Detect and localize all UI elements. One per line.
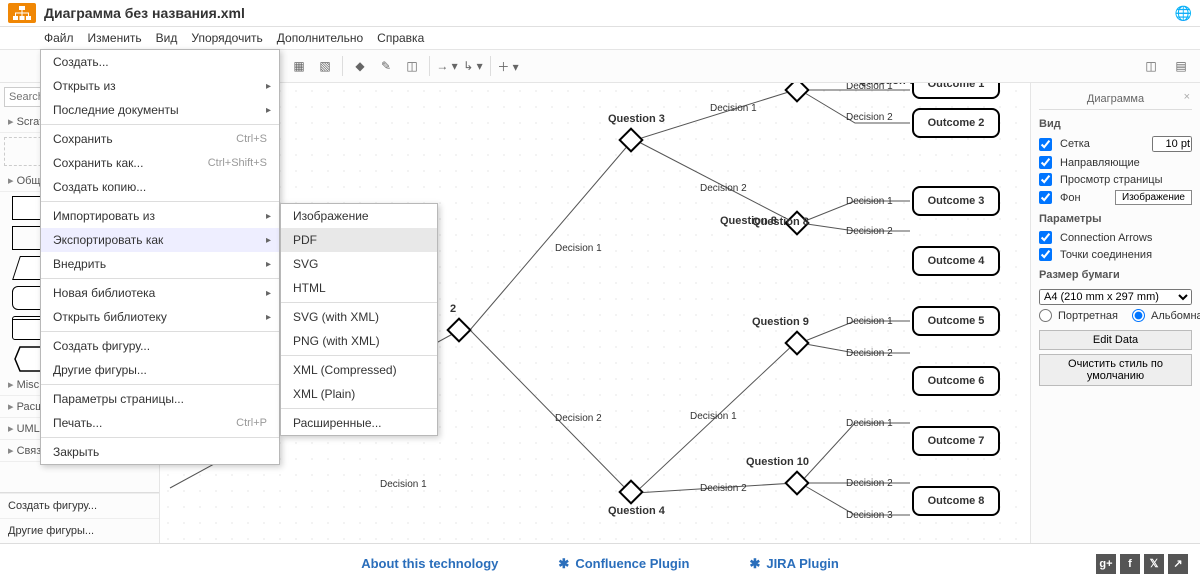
grid-size-input[interactable] <box>1152 136 1192 152</box>
menu-arrange[interactable]: Упорядочить <box>191 31 262 45</box>
node-q10-label: Question 10 <box>746 456 809 468</box>
menu-close[interactable]: Закрыть <box>41 440 279 464</box>
menu-other-shapes[interactable]: Другие фигуры... <box>41 358 279 382</box>
to-back-icon[interactable]: ▧ <box>312 54 338 78</box>
node-outcome-6[interactable]: Outcome 6 <box>912 366 1000 396</box>
export-image[interactable]: Изображение <box>281 204 437 228</box>
menu-save[interactable]: СохранитьCtrl+S <box>41 127 279 151</box>
menu-open-from[interactable]: Открыть из <box>41 74 279 98</box>
menu-file[interactable]: Файл <box>44 31 74 45</box>
menu-new[interactable]: Создать... <box>41 50 279 74</box>
portrait-radio[interactable] <box>1039 309 1052 322</box>
format-panel-title: Диаграмма <box>1087 93 1144 105</box>
fill-color-icon[interactable]: ◆ <box>347 54 373 78</box>
facebook-icon[interactable]: f <box>1120 554 1140 574</box>
share-icon[interactable]: ↗ <box>1168 554 1188 574</box>
jira-link[interactable]: ✱ JIRA Plugin <box>749 556 838 572</box>
format-panel: Диаграмма× Вид Сетка Направляющие Просмо… <box>1030 83 1200 543</box>
menu-export[interactable]: Экспортировать как <box>41 228 279 252</box>
pageview-checkbox[interactable] <box>1039 173 1052 186</box>
menu-help[interactable]: Справка <box>377 31 424 45</box>
node-outcome-2[interactable]: Outcome 2 <box>912 108 1000 138</box>
to-front-icon[interactable]: ▦ <box>286 54 312 78</box>
export-submenu: Изображение PDF SVG HTML SVG (with XML) … <box>280 203 438 436</box>
menu-create-shape[interactable]: Создать фигуру... <box>41 334 279 358</box>
line-color-icon[interactable]: ✎ <box>373 54 399 78</box>
footer: About this technology ✱ Confluence Plugi… <box>0 543 1200 583</box>
menu-print[interactable]: Печать...Ctrl+P <box>41 411 279 435</box>
confluence-link[interactable]: ✱ Confluence Plugin <box>558 556 689 572</box>
bg-checkbox[interactable] <box>1039 191 1052 204</box>
sidebar-create-shape[interactable]: Создать фигуру... <box>0 493 159 518</box>
node-q2-diamond[interactable] <box>446 317 471 342</box>
file-menu-dropdown: Создать... Открыть из Последние документ… <box>40 49 280 465</box>
menu-open-library[interactable]: Открыть библиотеку <box>41 305 279 329</box>
rp-view-heading: Вид <box>1039 118 1192 130</box>
node-q4-label: Question 4 <box>608 505 665 517</box>
format-panel-icon[interactable]: ◫ <box>1138 54 1164 78</box>
node-q3-label: Question 3 <box>608 113 665 125</box>
twitter-icon[interactable]: 𝕏 <box>1144 554 1164 574</box>
node-outcome-7[interactable]: Outcome 7 <box>912 426 1000 456</box>
conn-points-checkbox[interactable] <box>1039 248 1052 261</box>
menu-edit[interactable]: Изменить <box>88 31 142 45</box>
clear-style-button[interactable]: Очистить стиль по умолчанию <box>1039 354 1192 386</box>
add-icon[interactable]: ＋ ▾ <box>495 54 521 78</box>
bg-image-button[interactable]: Изображение <box>1115 190 1192 205</box>
language-icon[interactable]: 🌐 <box>1175 5 1192 22</box>
about-link[interactable]: About this technology <box>361 556 498 571</box>
export-svg-xml[interactable]: SVG (with XML) <box>281 305 437 329</box>
menu-view[interactable]: Вид <box>156 31 178 45</box>
app-logo <box>8 3 36 23</box>
node-q10-diamond[interactable] <box>784 470 809 495</box>
outline-panel-icon[interactable]: ▤ <box>1168 54 1194 78</box>
grid-checkbox[interactable] <box>1039 138 1052 151</box>
menu-extras[interactable]: Дополнительно <box>277 31 363 45</box>
export-svg[interactable]: SVG <box>281 252 437 276</box>
menubar: Файл Изменить Вид Упорядочить Дополнител… <box>0 27 1200 49</box>
menu-new-library[interactable]: Новая библиотека <box>41 281 279 305</box>
shadow-icon[interactable]: ◫ <box>399 54 425 78</box>
export-pdf[interactable]: PDF <box>281 228 437 252</box>
menu-recent[interactable]: Последние документы <box>41 98 279 122</box>
menu-embed[interactable]: Внедрить <box>41 252 279 276</box>
connection-icon[interactable]: → ▾ <box>434 54 460 78</box>
node-q9-diamond[interactable] <box>784 330 809 355</box>
sidebar-more-shapes[interactable]: Другие фигуры... <box>0 518 159 543</box>
menu-import[interactable]: Импортировать из <box>41 204 279 228</box>
node-outcome-4[interactable]: Outcome 4 <box>912 246 1000 276</box>
node-q4-diamond[interactable] <box>618 479 643 504</box>
node-q9-label: Question 9 <box>752 316 809 328</box>
edit-data-button[interactable]: Edit Data <box>1039 330 1192 350</box>
node-q2-label: 2 <box>450 303 456 315</box>
waypoint-icon[interactable]: ↳ ▾ <box>460 54 486 78</box>
node-outcome-8[interactable]: Outcome 8 <box>912 486 1000 516</box>
paper-size-select[interactable]: A4 (210 mm x 297 mm) <box>1039 289 1192 305</box>
guides-checkbox[interactable] <box>1039 156 1052 169</box>
rp-options-heading: Параметры <box>1039 213 1192 225</box>
googleplus-icon[interactable]: g+ <box>1096 554 1116 574</box>
export-png-xml[interactable]: PNG (with XML) <box>281 329 437 353</box>
menu-save-as[interactable]: Сохранить как...Ctrl+Shift+S <box>41 151 279 175</box>
node-outcome-3[interactable]: Outcome 3 <box>912 186 1000 216</box>
node-outcome-5[interactable]: Outcome 5 <box>912 306 1000 336</box>
rp-papersize-heading: Размер бумаги <box>1039 269 1192 281</box>
document-title[interactable]: Диаграмма без названия.xml <box>44 5 245 21</box>
export-xml-plain[interactable]: XML (Plain) <box>281 382 437 406</box>
menu-page-setup[interactable]: Параметры страницы... <box>41 387 279 411</box>
close-panel-icon[interactable]: × <box>1184 91 1190 103</box>
menu-make-copy[interactable]: Создать копию... <box>41 175 279 199</box>
export-advanced[interactable]: Расширенные... <box>281 411 437 435</box>
node-q3-diamond[interactable] <box>618 127 643 152</box>
export-html[interactable]: HTML <box>281 276 437 300</box>
conn-arrows-checkbox[interactable] <box>1039 231 1052 244</box>
export-xml-compressed[interactable]: XML (Compressed) <box>281 358 437 382</box>
landscape-radio[interactable] <box>1132 309 1145 322</box>
node-outcome-1[interactable]: Outcome 1 <box>912 83 1000 99</box>
